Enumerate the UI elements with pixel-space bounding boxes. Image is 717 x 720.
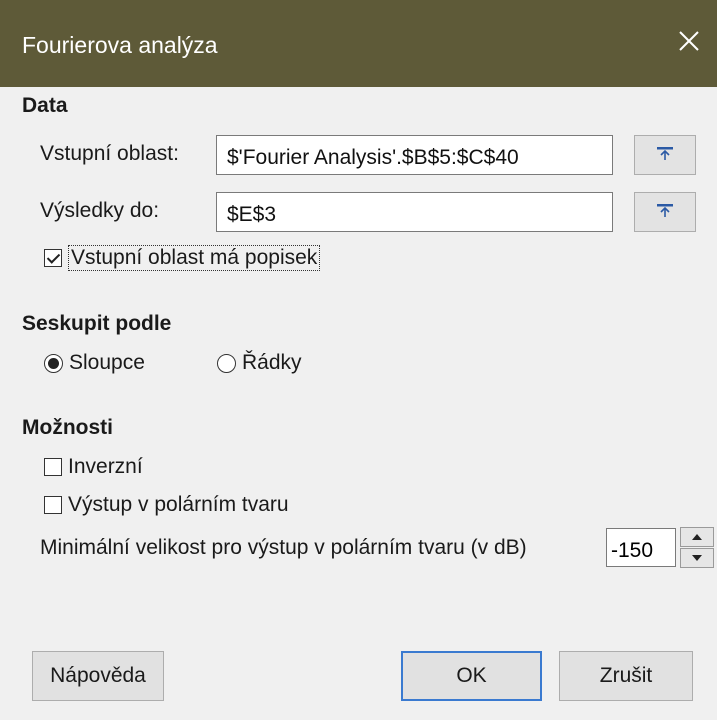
input-range-field[interactable] (216, 135, 613, 175)
results-to-shrink-button[interactable] (634, 192, 696, 232)
inverse-checkbox-label: Inverzní (68, 455, 143, 478)
polar-output-checkbox-label: Výstup v polárním tvaru (68, 493, 289, 516)
min-magnitude-input[interactable] (606, 528, 676, 567)
inverse-checkbox[interactable] (44, 458, 62, 476)
results-to-field[interactable] (216, 192, 613, 232)
data-section-title: Data (22, 94, 68, 117)
window-title: Fourierova analýza (22, 32, 218, 58)
help-button[interactable]: Nápověda (32, 651, 164, 701)
triangle-down-icon (691, 549, 703, 567)
close-icon (678, 30, 700, 57)
group-section-title: Seskupit podle (22, 312, 172, 335)
polar-output-checkbox-row[interactable]: Výstup v polárním tvaru (44, 490, 289, 520)
inverse-checkbox-row[interactable]: Inverzní (44, 452, 143, 482)
shrink-icon (655, 145, 675, 166)
spin-up-button[interactable] (680, 527, 714, 547)
triangle-up-icon (691, 528, 703, 546)
has-label-checkbox[interactable] (44, 249, 62, 267)
results-to-label: Výsledky do: (40, 199, 160, 222)
radio-rows[interactable] (217, 353, 236, 373)
radio-columns[interactable] (44, 353, 63, 373)
dialog-body (0, 87, 717, 720)
shrink-icon (655, 202, 675, 223)
close-button[interactable] (661, 18, 717, 68)
radio-rows-row[interactable]: Řádky (217, 348, 302, 378)
spin-down-button[interactable] (680, 548, 714, 568)
options-section-title: Možnosti (22, 416, 113, 439)
dialog-window: Fourierova analýza Data Vstupní oblast: … (0, 0, 717, 720)
min-magnitude-label: Minimální velikost pro výstup v polárním… (40, 536, 527, 559)
radio-columns-row[interactable]: Sloupce (44, 348, 145, 378)
radio-columns-label: Sloupce (69, 351, 145, 374)
polar-output-checkbox[interactable] (44, 496, 62, 514)
has-label-checkbox-row[interactable]: Vstupní oblast má popisek (44, 243, 321, 273)
input-range-label: Vstupní oblast: (40, 142, 179, 165)
cancel-button[interactable]: Zrušit (559, 651, 693, 701)
title-bar: Fourierova analýza (0, 0, 717, 87)
has-label-checkbox-label: Vstupní oblast má popisek (68, 245, 321, 271)
radio-rows-label: Řádky (242, 351, 302, 374)
input-range-shrink-button[interactable] (634, 135, 696, 175)
min-magnitude-spinner (680, 527, 714, 568)
ok-button[interactable]: OK (401, 651, 542, 701)
